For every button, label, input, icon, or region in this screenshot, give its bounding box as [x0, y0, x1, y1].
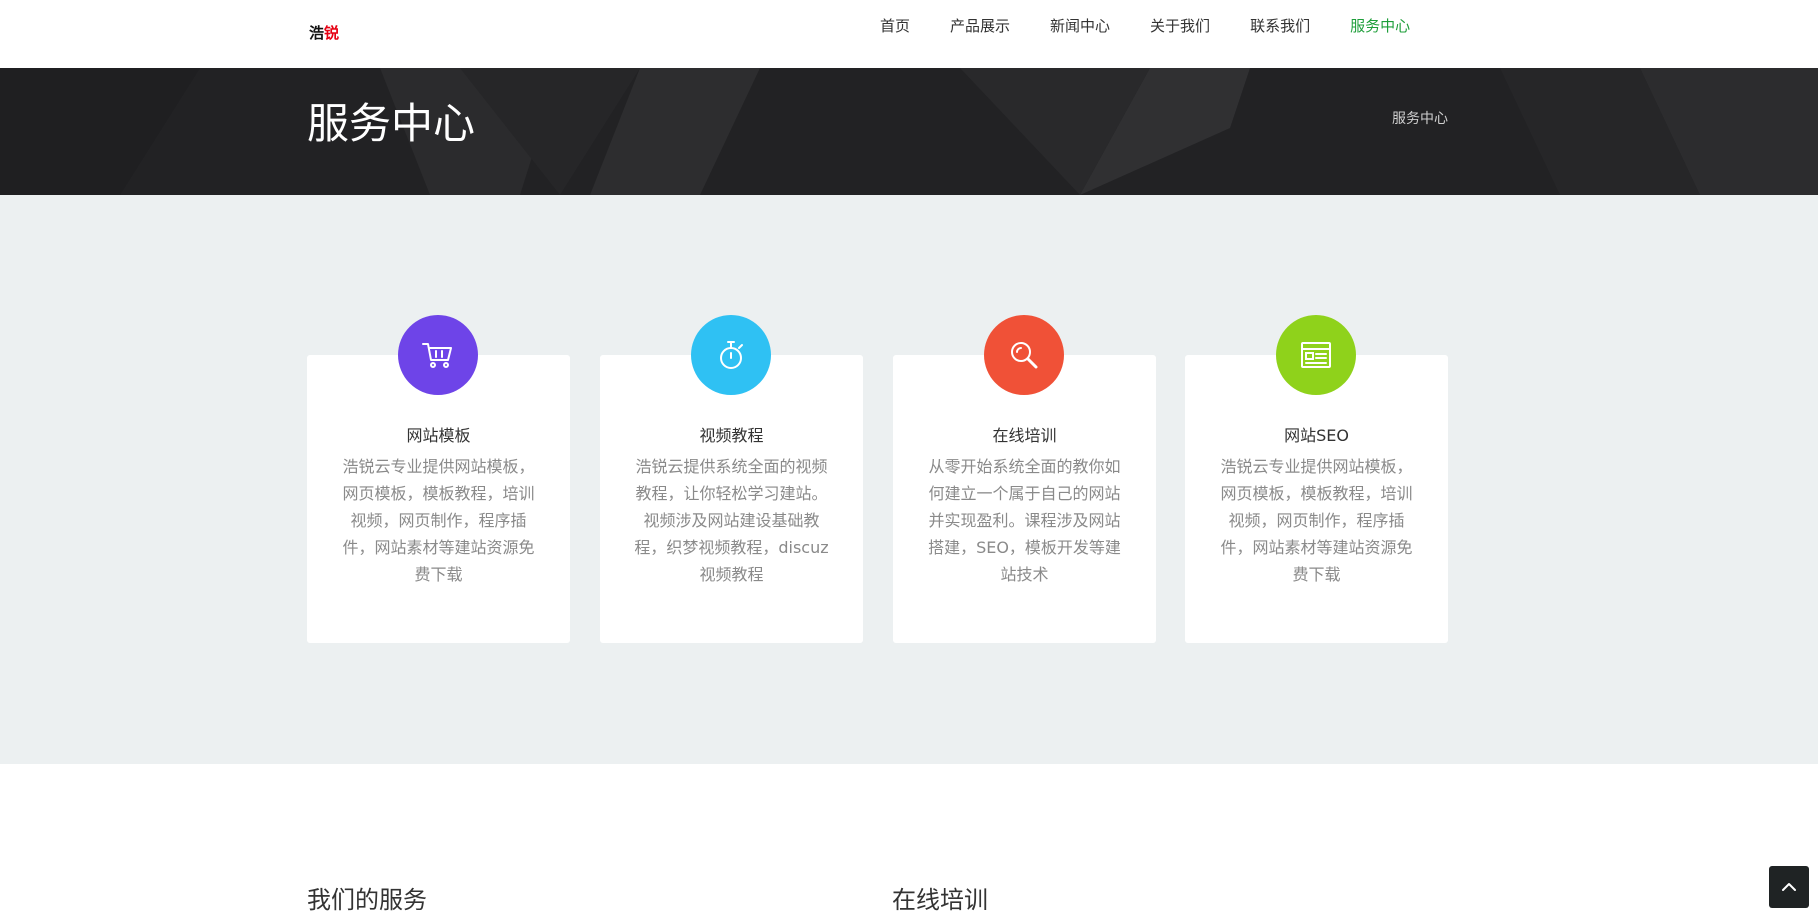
search-icon	[984, 315, 1064, 395]
main-nav: 首页 产品展示 新闻中心 关于我们 联系我们 服务中心	[880, 0, 1450, 52]
nav-item-news[interactable]: 新闻中心	[1050, 0, 1110, 52]
chevron-up-icon	[1782, 883, 1796, 891]
site-logo[interactable]: 浩锐	[309, 22, 339, 43]
breadcrumb[interactable]: 服务中心	[1392, 108, 1448, 128]
service-card-training[interactable]: 在线培训 从零开始系统全面的教你如何建立一个属于自己的网站并实现盈利。课程涉及网…	[893, 315, 1156, 643]
nav-item-about[interactable]: 关于我们	[1150, 0, 1210, 52]
services-section: 网站模板 浩锐云专业提供网站模板，网页模板，模板教程，培训视频，网页制作，程序插…	[0, 195, 1818, 764]
service-card-templates[interactable]: 网站模板 浩锐云专业提供网站模板，网页模板，模板教程，培训视频，网页制作，程序插…	[307, 315, 570, 643]
service-desc: 浩锐云专业提供网站模板，网页模板，模板教程，培训视频，网页制作，程序插件，网站素…	[1220, 457, 1413, 584]
service-title: 网站模板	[406, 426, 471, 445]
stopwatch-icon	[691, 315, 771, 395]
service-desc: 浩锐云提供系统全面的视频教程，让你轻松学习建站。视频涉及网站建设基础教程，织梦视…	[634, 457, 829, 584]
banner-background	[0, 68, 1818, 195]
site-header: 浩锐 首页 产品展示 新闻中心 关于我们 联系我们 服务中心	[0, 0, 1818, 68]
back-to-top-button[interactable]	[1769, 866, 1809, 908]
page-title: 服务中心	[307, 99, 476, 148]
service-desc: 浩锐云专业提供网站模板，网页模板，模板教程，培训视频，网页制作，程序插件，网站素…	[342, 457, 535, 584]
service-desc: 从零开始系统全面的教你如何建立一个属于自己的网站并实现盈利。课程涉及网站搭建，S…	[928, 457, 1121, 584]
our-services-heading: 我们的服务	[307, 886, 427, 914]
cart-icon	[398, 315, 478, 395]
logo-part-1: 浩	[309, 24, 325, 42]
newspaper-icon	[1276, 315, 1356, 395]
online-training-heading: 在线培训	[892, 886, 988, 914]
nav-item-service[interactable]: 服务中心	[1350, 0, 1410, 52]
service-title: 视频教程	[699, 426, 764, 445]
service-title: 在线培训	[992, 426, 1057, 445]
service-title: 网站SEO	[1284, 426, 1349, 445]
page-banner: 服务中心 服务中心	[0, 68, 1818, 195]
service-card-seo[interactable]: 网站SEO 浩锐云专业提供网站模板，网页模板，模板教程，培训视频，网页制作，程序…	[1185, 315, 1448, 643]
nav-item-contact[interactable]: 联系我们	[1250, 0, 1310, 52]
nav-item-products[interactable]: 产品展示	[950, 0, 1010, 52]
service-card-video[interactable]: 视频教程 浩锐云提供系统全面的视频教程，让你轻松学习建站。视频涉及网站建设基础教…	[600, 315, 863, 643]
logo-part-2: 锐	[324, 24, 340, 42]
nav-item-home[interactable]: 首页	[880, 0, 910, 52]
